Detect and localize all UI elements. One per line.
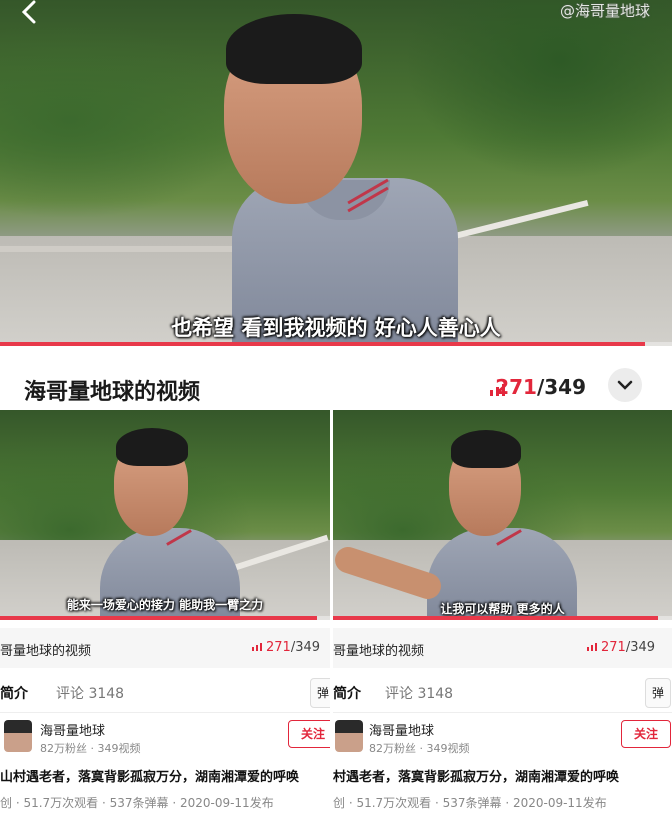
video-frame: [0, 0, 672, 346]
danmu-button[interactable]: 弹: [645, 678, 671, 708]
bars-icon: [252, 643, 262, 651]
playlist-title: 海哥量地球的视频: [24, 380, 201, 405]
follow-button[interactable]: 关注: [621, 720, 671, 748]
video-stats: 创 · 51.7万次观看 · 537条弹幕 · 2020-09-11发布: [333, 796, 607, 810]
tab-intro[interactable]: 简介: [0, 683, 28, 703]
playlist-header[interactable]: 海哥量地球的视频 271/349: [0, 346, 672, 408]
danmu-button[interactable]: 弹: [310, 678, 330, 708]
author-row: 海哥量地球 82万粉丝 · 349视频 关注: [0, 716, 330, 760]
video-subtitle: 让我可以帮助 更多的人: [440, 602, 565, 616]
playlist-current: 271: [495, 375, 537, 399]
back-icon[interactable]: [12, 0, 44, 24]
right-screenshot-panel: 让我可以帮助 更多的人 哥量地球的视频 271/349 简介 评论 3148 弹…: [333, 410, 672, 816]
playlist-expand-button[interactable]: [608, 368, 642, 402]
watermark: @海哥量地球: [559, 2, 650, 20]
playlist-header[interactable]: 哥量地球的视频 271/349: [333, 628, 672, 668]
tabs: 简介 评论 3148 弹: [0, 672, 330, 713]
avatar[interactable]: [4, 720, 32, 752]
playlist-total: /349: [536, 375, 586, 399]
video-player-left[interactable]: 能来一场爱心的接力 能助我一臂之力: [0, 410, 330, 620]
bars-icon: [587, 643, 597, 651]
video-player-right[interactable]: 让我可以帮助 更多的人: [333, 410, 672, 620]
video-title: 村遇老者，落寞背影孤寂万分，湖南湘潭爱的呼唤: [333, 770, 620, 785]
video-stats: 创 · 51.7万次观看 · 537条弹幕 · 2020-09-11发布: [0, 796, 274, 810]
playlist-title: 哥量地球的视频: [0, 644, 92, 659]
tab-intro[interactable]: 简介: [333, 683, 361, 703]
playlist-counter: 271/349: [266, 640, 321, 655]
video-player-main[interactable]: @海哥量地球 也希望 看到我视频的 好心人善心人: [0, 0, 672, 346]
author-name[interactable]: 海哥量地球: [40, 720, 105, 739]
playlist-counter: 271/349: [495, 375, 586, 399]
video-progress-bar[interactable]: [0, 616, 330, 620]
author-row: 海哥量地球 82万粉丝 · 349视频 关注: [333, 716, 672, 760]
tabs: 简介 评论 3148 弹: [333, 672, 672, 713]
playlist-header[interactable]: 哥量地球的视频 271/349: [0, 628, 330, 668]
author-meta: 82万粉丝 · 349视频: [369, 742, 470, 755]
follow-button[interactable]: 关注: [288, 720, 330, 748]
playlist-counter: 271/349: [601, 640, 656, 655]
video-title: 山村遇老者，落寞背影孤寂万分，湖南湘潭爱的呼唤: [0, 770, 300, 785]
tab-comments[interactable]: 评论 3148: [56, 683, 124, 703]
video-subtitle: 能来一场爱心的接力 能助我一臂之力: [66, 598, 264, 612]
video-subtitle: 也希望 看到我视频的 好心人善心人: [171, 316, 501, 340]
playlist-title: 哥量地球的视频: [333, 644, 425, 659]
chevron-down-icon: [617, 380, 633, 390]
author-meta: 82万粉丝 · 349视频: [40, 742, 141, 755]
left-screenshot-panel: 能来一场爱心的接力 能助我一臂之力 哥量地球的视频 271/349 简介 评论 …: [0, 410, 330, 816]
tab-comments[interactable]: 评论 3148: [385, 683, 453, 703]
avatar[interactable]: [335, 720, 363, 752]
video-progress-bar[interactable]: [333, 616, 672, 620]
author-name[interactable]: 海哥量地球: [369, 720, 434, 739]
